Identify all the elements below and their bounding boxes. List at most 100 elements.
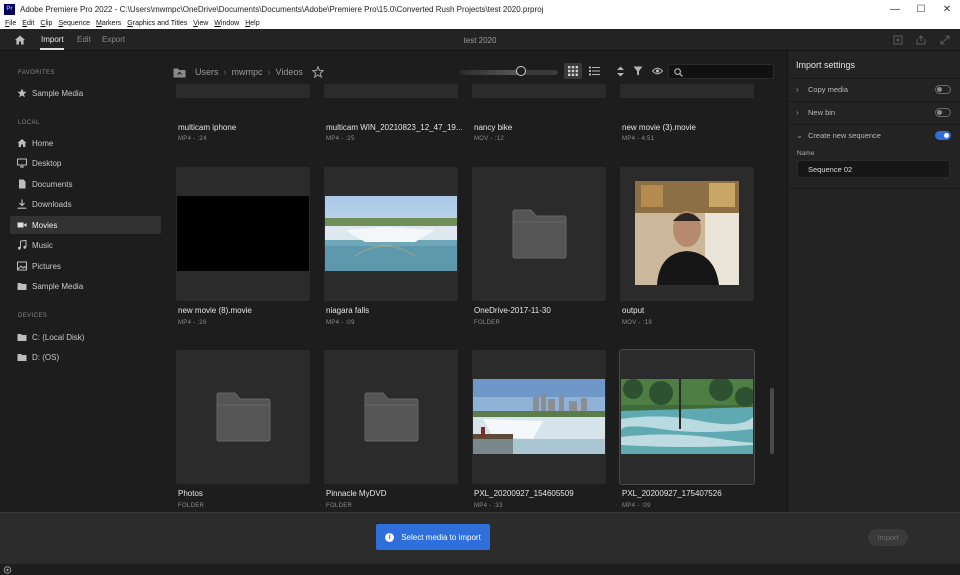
download-icon <box>17 199 27 209</box>
preview-toggle-button[interactable] <box>648 63 666 79</box>
grid-scrollbar[interactable] <box>770 388 774 454</box>
minimize-button[interactable]: — <box>882 0 908 18</box>
import-settings-panel: Import settings › Copy media › New bin ⌄… <box>787 51 960 512</box>
share-icon[interactable] <box>916 35 926 45</box>
folder-icon <box>216 392 271 442</box>
breadcrumb-videos[interactable]: Videos <box>276 67 303 77</box>
new-bin-toggle[interactable] <box>935 108 951 117</box>
sidebar-item-sample-media-favorite[interactable]: Sample Media <box>10 84 161 102</box>
media-thumbnail[interactable] <box>324 84 458 98</box>
menu-edit[interactable]: Edit <box>22 20 34 27</box>
sidebar-item-os-d[interactable]: D: (OS) <box>10 348 161 366</box>
status-bar <box>0 563 960 575</box>
menu-view[interactable]: View <box>193 20 208 27</box>
media-thumbnail[interactable] <box>472 350 606 484</box>
window-controls: — ☐ ✕ <box>882 0 960 18</box>
sidebar-item-label: Movies <box>32 220 58 230</box>
media-thumbnail[interactable] <box>176 84 310 98</box>
media-thumbnail[interactable] <box>619 349 755 485</box>
breadcrumb-separator: › <box>223 67 227 77</box>
media-meta: FOLDER <box>326 503 353 509</box>
quick-export-icon[interactable] <box>893 35 903 45</box>
sidebar-item-downloads[interactable]: Downloads <box>10 195 161 213</box>
media-thumbnail[interactable] <box>324 350 458 484</box>
sidebar-item-sample-media[interactable]: Sample Media <box>10 277 161 295</box>
menu-window[interactable]: Window <box>214 20 239 27</box>
media-meta: MP4 - :09 <box>622 503 651 509</box>
import-settings-title: Import settings <box>796 60 856 70</box>
media-name: PXL_20200927_175407526 <box>622 489 722 498</box>
create-new-sequence-row[interactable]: ⌄ Create new sequence <box>788 124 960 146</box>
menu-clip[interactable]: Clip <box>40 20 52 27</box>
media-thumbnail[interactable] <box>324 167 458 301</box>
status-icon[interactable] <box>3 566 12 574</box>
menu-graphics-and-titles[interactable]: Graphics and Titles <box>127 20 187 27</box>
chevron-down-icon[interactable]: ⌄ <box>796 131 804 140</box>
slider-knob[interactable] <box>515 66 526 76</box>
menu-sequence[interactable]: Sequence <box>58 20 90 27</box>
new-bin-row[interactable]: › New bin <box>788 101 960 123</box>
media-thumbnail[interactable] <box>176 167 310 301</box>
list-icon <box>588 66 600 76</box>
sidebar-item-label: Downloads <box>32 199 72 209</box>
locations-sidebar: FAVORITES Sample Media LOCAL Home Deskto… <box>0 51 168 512</box>
breadcrumb: Users › mwmpc › Videos <box>173 65 324 79</box>
sidebar-item-pictures[interactable]: Pictures <box>10 257 161 275</box>
close-button[interactable]: ✕ <box>934 0 960 18</box>
sidebar-item-movies[interactable]: Movies <box>10 216 161 234</box>
media-meta: FOLDER <box>178 503 205 509</box>
media-thumbnail[interactable] <box>176 350 310 484</box>
premiere-logo-icon: Pr <box>4 3 15 15</box>
filter-button[interactable] <box>629 63 647 79</box>
copy-media-toggle[interactable] <box>935 85 951 94</box>
list-view-button[interactable] <box>585 63 603 79</box>
search-input[interactable] <box>668 64 774 79</box>
premiere-import-window: Pr Adobe Premiere Pro 2022 - C:\Users\mw… <box>0 0 960 575</box>
breadcrumb-mwmpc[interactable]: mwmpc <box>232 67 263 77</box>
niagara-falls-preview <box>325 196 457 271</box>
select-media-button[interactable]: i Select media to import <box>376 524 490 550</box>
media-meta: MP4 - :09 <box>326 320 355 326</box>
folder-up-icon[interactable] <box>173 67 186 78</box>
thumbnail-size-slider[interactable] <box>460 70 558 75</box>
menu-markers[interactable]: Markers <box>96 20 121 27</box>
menu-file[interactable]: File <box>5 20 16 27</box>
maximize-button[interactable]: ☐ <box>908 0 934 18</box>
sequence-name-label: Name <box>797 150 815 157</box>
chevron-right-icon[interactable]: › <box>796 85 804 94</box>
sidebar-item-local-disk-c[interactable]: C: (Local Disk) <box>10 328 161 346</box>
breadcrumb-users[interactable]: Users <box>195 67 219 77</box>
menu-help[interactable]: Help <box>245 20 259 27</box>
drive-icon <box>17 352 27 362</box>
media-name: Photos <box>178 489 203 498</box>
media-thumbnail[interactable] <box>620 167 754 301</box>
media-grid: multicam iphone MP4 - :24 multicam WIN_2… <box>168 84 784 512</box>
sidebar-item-label: Sample Media <box>32 88 84 98</box>
grid-view-button[interactable] <box>564 63 582 79</box>
media-thumbnail[interactable] <box>472 167 606 301</box>
media-thumbnail[interactable] <box>472 84 606 98</box>
create-new-sequence-toggle[interactable] <box>935 131 951 140</box>
media-meta: FOLDER <box>474 320 501 326</box>
media-thumbnail[interactable] <box>620 84 754 98</box>
drive-icon <box>17 332 27 342</box>
sidebar-item-desktop[interactable]: Desktop <box>10 154 161 172</box>
copy-media-row[interactable]: › Copy media <box>788 78 960 100</box>
sidebar-item-documents[interactable]: Documents <box>10 175 161 193</box>
sort-arrows-icon <box>616 66 624 76</box>
sidebar-item-label: Documents <box>32 179 73 189</box>
star-icon <box>17 88 27 98</box>
import-button[interactable]: Import <box>868 529 908 546</box>
expand-icon[interactable] <box>940 35 950 45</box>
section-local: LOCAL <box>18 120 40 126</box>
toggle-knob <box>937 87 942 92</box>
chevron-right-icon[interactable]: › <box>796 108 804 117</box>
sequence-name-input[interactable]: Sequence 02 <box>797 160 950 178</box>
media-meta: MP4 - 4:51 <box>622 136 655 142</box>
sidebar-item-home[interactable]: Home <box>10 134 161 152</box>
sidebar-item-music[interactable]: Music <box>10 236 161 254</box>
media-name: new movie (3).movie <box>622 123 696 132</box>
section-devices: DEVICES <box>18 313 48 319</box>
sort-button[interactable] <box>611 63 629 79</box>
favorite-star-icon[interactable] <box>311 66 324 78</box>
